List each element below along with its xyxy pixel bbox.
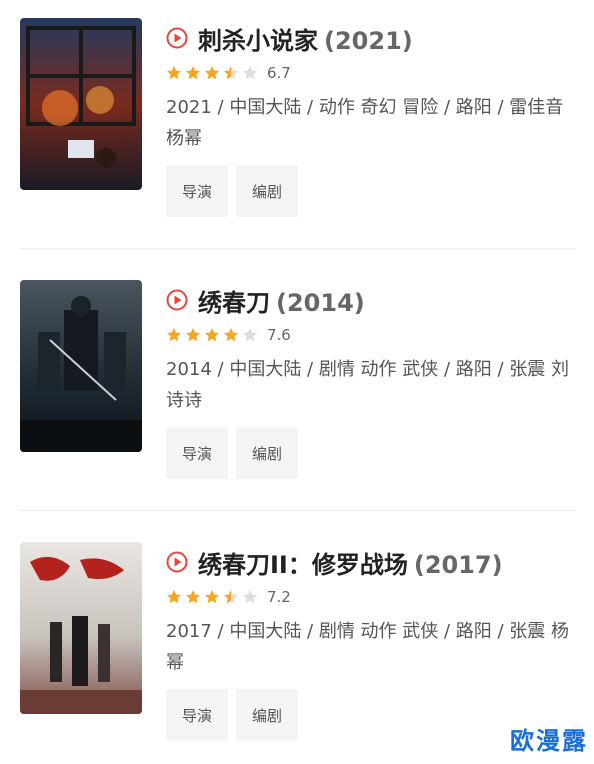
play-icon — [166, 551, 188, 573]
divider — [20, 510, 576, 511]
star-half-icon — [224, 66, 238, 80]
star-half-icon — [224, 590, 238, 604]
movie-meta: 2014 / 中国大陆 / 剧情 动作 武侠 / 路阳 / 张震 刘诗诗 — [166, 359, 570, 411]
star-full-icon — [167, 328, 181, 342]
movie-meta: 2017 / 中国大陆 / 剧情 动作 武侠 / 路阳 / 张震 杨幂 — [166, 621, 570, 673]
movie-meta: 2021 / 中国大陆 / 动作 奇幻 冒险 / 路阳 / 雷佳音 杨幂 — [166, 97, 564, 149]
writer-button[interactable]: 编剧 — [236, 689, 298, 741]
play-icon — [166, 289, 188, 311]
movie-poster[interactable] — [20, 18, 142, 190]
movie-year: (2017) — [413, 550, 503, 579]
rating-score: 6.7 — [267, 64, 291, 82]
star-full-icon — [167, 590, 181, 604]
writer-button[interactable]: 编剧 — [236, 427, 298, 479]
movie-title-text: 刺杀小说家 — [198, 26, 318, 55]
movie-title-text: 绣春刀 — [198, 288, 270, 317]
rating-score: 7.2 — [267, 588, 291, 606]
star-empty-icon — [243, 328, 257, 342]
star-rating — [166, 65, 261, 81]
star-empty-icon — [243, 66, 257, 80]
star-full-icon — [205, 590, 219, 604]
watermark: 欧漫露 — [510, 727, 588, 755]
movie-title[interactable]: 绣春刀II：修罗战场 (2017) — [198, 545, 503, 580]
star-full-icon — [167, 66, 181, 80]
movie-title[interactable]: 绣春刀 (2014) — [198, 283, 365, 318]
divider — [20, 248, 576, 249]
star-full-icon — [186, 328, 200, 342]
star-full-icon — [186, 590, 200, 604]
movie-title-text: 绣春刀II：修罗战场 — [198, 550, 408, 579]
star-full-icon — [224, 328, 238, 342]
star-empty-icon — [243, 590, 257, 604]
movie-year: (2021) — [324, 26, 413, 55]
director-button[interactable]: 导演 — [166, 689, 228, 741]
star-full-icon — [205, 328, 219, 342]
movie-title[interactable]: 刺杀小说家 (2021) — [198, 21, 413, 56]
movie-poster[interactable] — [20, 542, 142, 714]
star-rating — [166, 327, 261, 343]
rating-score: 7.6 — [267, 326, 291, 344]
play-icon — [166, 27, 188, 49]
director-button[interactable]: 导演 — [166, 427, 228, 479]
movie-poster[interactable] — [20, 280, 142, 452]
star-full-icon — [186, 66, 200, 80]
director-button[interactable]: 导演 — [166, 165, 228, 217]
writer-button[interactable]: 编剧 — [236, 165, 298, 217]
star-full-icon — [205, 66, 219, 80]
movie-year: (2014) — [276, 288, 365, 317]
star-rating — [166, 589, 261, 605]
